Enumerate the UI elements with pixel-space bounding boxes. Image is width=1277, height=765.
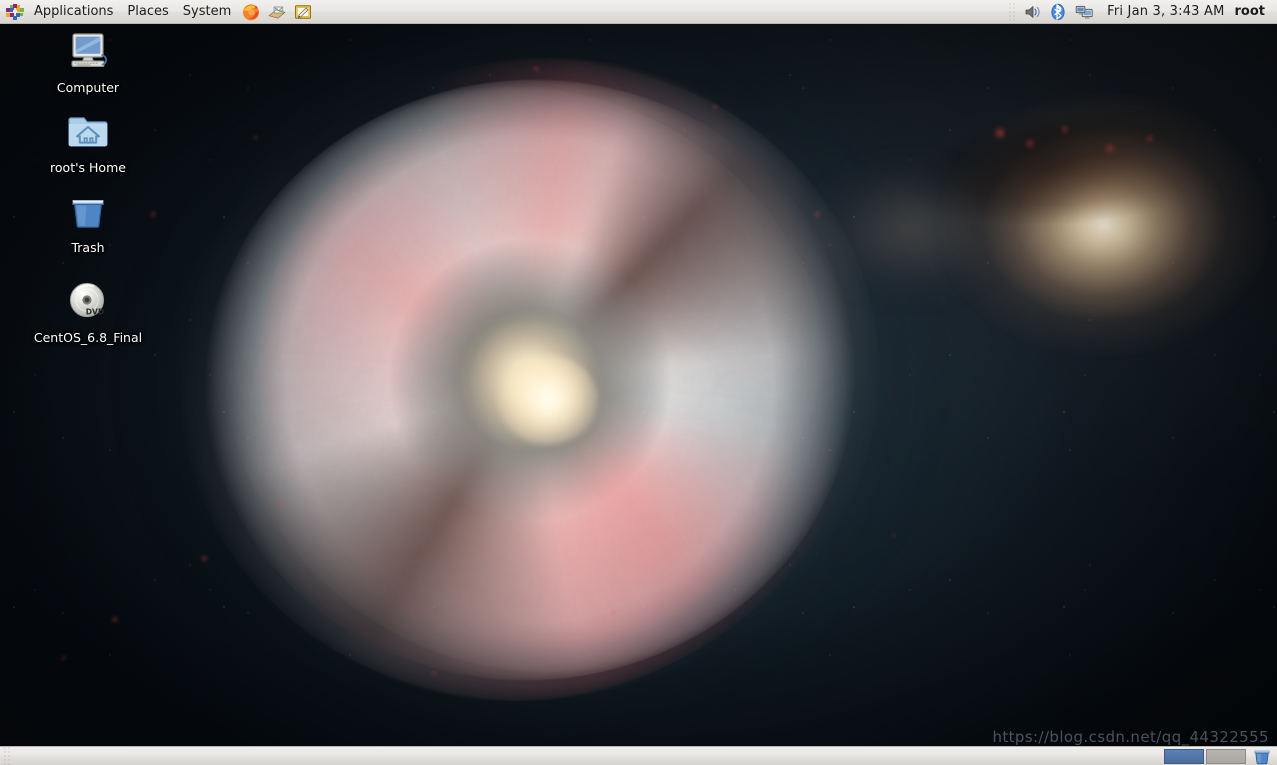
clock-applet[interactable]: Fri Jan 3, 3:43 AM	[1097, 4, 1234, 19]
top-panel[interactable]: Applications Places System Fri Jan 3, 3:…	[0, 0, 1277, 24]
desktop-icon-label: Trash	[71, 240, 105, 255]
trash-applet-icon[interactable]	[1252, 748, 1272, 765]
bottom-panel[interactable]	[0, 746, 1277, 765]
workspace-switcher[interactable]	[1164, 748, 1246, 764]
bluetooth-icon[interactable]	[1048, 2, 1068, 22]
home-folder-icon	[68, 117, 108, 147]
firefox-launcher-icon[interactable]	[240, 2, 262, 22]
desktop-icon-label: CentOS_6.8_Final	[33, 330, 143, 345]
desktop-icon-home[interactable]: root's Home	[28, 108, 148, 175]
desktop-icon-computer[interactable]: Computer	[28, 28, 148, 95]
centos-logo-icon[interactable]	[4, 3, 26, 21]
bottom-panel-grip[interactable]	[4, 747, 10, 765]
text-editor-launcher-icon[interactable]	[292, 2, 314, 22]
desktop-icon-trash[interactable]: Trash	[28, 188, 148, 255]
desktop-icon-label: Computer	[56, 80, 120, 95]
places-menu[interactable]: Places	[120, 1, 175, 23]
evolution-mail-launcher-icon[interactable]	[266, 2, 288, 22]
system-menu[interactable]: System	[176, 1, 238, 23]
network-icon[interactable]	[1074, 2, 1094, 22]
workspace-1[interactable]	[1164, 748, 1204, 764]
desktop-icon-area[interactable]: Computer root's Home Trash DVD CentOS_6.…	[0, 24, 1277, 746]
desktop-icon-label: root's Home	[50, 160, 126, 175]
computer-icon	[71, 33, 107, 67]
volume-icon[interactable]	[1022, 2, 1042, 22]
workspace-2[interactable]	[1206, 748, 1246, 764]
dvd-badge-label: DVD	[86, 307, 104, 316]
dvd-disc-icon: DVD	[69, 282, 104, 318]
trash-icon	[72, 200, 104, 228]
applications-menu[interactable]: Applications	[27, 1, 120, 23]
user-menu[interactable]: root	[1235, 4, 1277, 19]
notification-area-grip[interactable]	[1009, 2, 1016, 21]
desktop-icon-dvd[interactable]: DVD CentOS_6.8_Final	[28, 278, 148, 345]
